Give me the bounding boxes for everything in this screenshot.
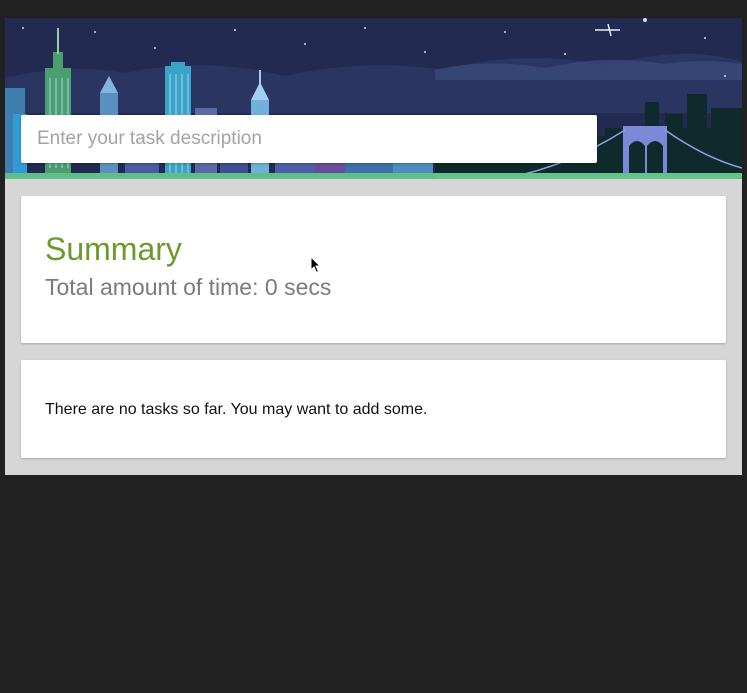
app-window: Summary Total amount of time: 0 secs The…	[5, 18, 742, 475]
mouse-pointer-icon	[310, 256, 322, 274]
task-description-input[interactable]	[21, 115, 597, 163]
tasks-list-card: There are no tasks so far. You may want …	[21, 360, 726, 458]
summary-title: Summary	[45, 231, 182, 267]
empty-tasks-message: There are no tasks so far. You may want …	[45, 401, 428, 418]
total-time-text: Total amount of time: 0 secs	[45, 274, 332, 300]
summary-card: Summary Total amount of time: 0 secs	[21, 196, 726, 343]
